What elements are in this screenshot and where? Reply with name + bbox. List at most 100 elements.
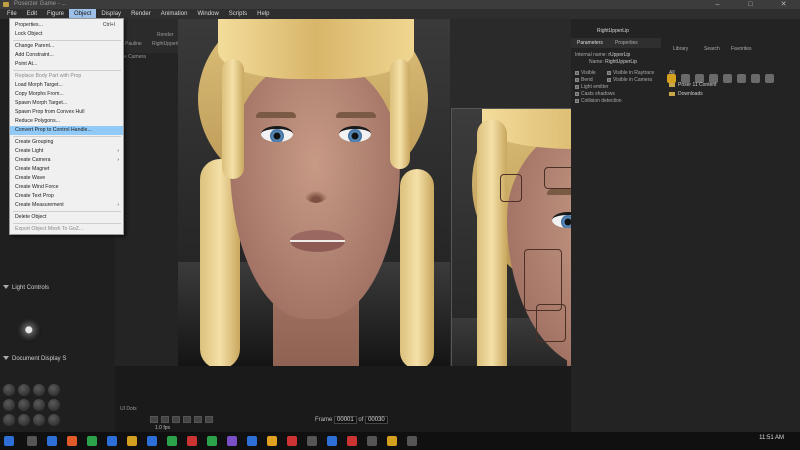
figure-selector[interactable]: Pauline [125, 41, 142, 47]
library-item-downloads[interactable]: Downloads [669, 91, 703, 97]
menu-item-delete-object[interactable]: Delete Object [10, 213, 123, 222]
taskbar-app-icon[interactable] [407, 436, 417, 446]
menu-item-copy-morphs-from[interactable]: Copy Morphs From... [10, 90, 123, 99]
name-field[interactable]: RightUpperLip [605, 59, 637, 65]
render-tab[interactable]: Render [157, 32, 173, 38]
taskbar-app-icon[interactable] [367, 436, 377, 446]
display-style-button[interactable] [48, 399, 60, 411]
taskbar-app-icon[interactable] [287, 436, 297, 446]
taskbar-app-icon[interactable] [347, 436, 357, 446]
menu-item-point-at[interactable]: Point At... [10, 60, 123, 69]
taskbar-app-icon[interactable] [107, 436, 117, 446]
tab-favorites[interactable]: Favorites [731, 46, 752, 52]
checkbox-casts-shadows[interactable]: Casts shadows [575, 91, 615, 97]
display-style-button[interactable] [3, 384, 15, 396]
tab-search[interactable]: Search [704, 46, 720, 52]
display-style-button[interactable] [48, 414, 60, 426]
checkbox-visible-raytrace[interactable]: Visible in Raytrace [607, 70, 654, 76]
display-style-button[interactable] [3, 399, 15, 411]
menu-item-create-magnet[interactable]: Create Magnet [10, 165, 123, 174]
taskbar-app-icon[interactable] [127, 436, 137, 446]
magnet-zone[interactable] [536, 304, 566, 342]
menu-render[interactable]: Render [126, 9, 156, 19]
checkbox-bend[interactable]: Bend [575, 77, 593, 83]
minimize-button[interactable]: – [701, 0, 734, 9]
taskbar-app-icon[interactable] [167, 436, 177, 446]
play-back-button[interactable] [150, 416, 158, 423]
taskbar-app-icon[interactable] [267, 436, 277, 446]
step-back-button[interactable] [161, 416, 169, 423]
play-button[interactable] [183, 416, 191, 423]
taskbar-app-icon[interactable] [227, 436, 237, 446]
tab-library[interactable]: Library [673, 46, 688, 52]
magnet-zone-left-cheek[interactable] [524, 249, 562, 311]
taskbar-clock[interactable]: 11:51 AM [759, 435, 784, 441]
props-library-icon[interactable] [737, 74, 746, 83]
menu-item-add-constraint[interactable]: Add Constraint... [10, 51, 123, 60]
display-style-button[interactable] [18, 399, 30, 411]
taskbar-app-icon[interactable] [27, 436, 37, 446]
tab-parameters[interactable]: Parameters [577, 40, 603, 46]
menu-item-create-camera[interactable]: Create Camera › [10, 156, 123, 165]
close-button[interactable]: ✕ [767, 0, 800, 9]
document-display-header[interactable]: Document Display S [3, 356, 66, 362]
menu-item-load-morph-target[interactable]: Load Morph Target... [10, 81, 123, 90]
library-item-poser-content[interactable]: Poser 11 Content [669, 82, 717, 88]
library-all[interactable]: All [669, 70, 675, 76]
step-forward-button[interactable] [194, 416, 202, 423]
menu-item-create-wind-force[interactable]: Create Wind Force [10, 183, 123, 192]
taskbar-app-icon[interactable] [187, 436, 197, 446]
checkbox-visible[interactable]: Visible [575, 70, 596, 76]
display-style-button[interactable] [48, 384, 60, 396]
hands-library-icon[interactable] [723, 74, 732, 83]
checkbox-collision[interactable]: Collision detection [575, 98, 622, 104]
light-controls-header[interactable]: Light Controls [3, 285, 49, 291]
menu-help[interactable]: Help [252, 9, 274, 19]
start-icon[interactable] [4, 436, 14, 446]
display-style-button[interactable] [3, 414, 15, 426]
display-style-button[interactable] [18, 384, 30, 396]
taskbar-app-icon[interactable] [247, 436, 257, 446]
lights-library-icon[interactable] [751, 74, 760, 83]
menu-item-convert-prop-to-control-handle[interactable]: Convert Prop to Control Handle... [10, 126, 123, 135]
total-frames-field[interactable]: 00030 [365, 416, 388, 424]
menu-item-properties[interactable]: Properties... Ctrl+I [10, 21, 123, 30]
cameras-library-icon[interactable] [765, 74, 774, 83]
end-button[interactable] [205, 416, 213, 423]
frame-field[interactable]: 00001 [334, 416, 357, 424]
light-dial[interactable] [18, 319, 42, 343]
display-style-button[interactable] [33, 414, 45, 426]
taskbar-app-icon[interactable] [307, 436, 317, 446]
magnet-zone[interactable] [500, 174, 522, 202]
checkbox-light-emitter[interactable]: Light emitter [575, 84, 609, 90]
menu-item-change-parent[interactable]: Change Parent... [10, 42, 123, 51]
taskbar-app-icon[interactable] [207, 436, 217, 446]
menu-item-reduce-polygons[interactable]: Reduce Polygons... [10, 117, 123, 126]
taskbar-app-icon[interactable] [67, 436, 77, 446]
checkbox-visible-camera[interactable]: Visible in Camera [607, 77, 652, 83]
tab-properties[interactable]: Properties [615, 40, 638, 46]
menu-item-create-wave[interactable]: Create Wave [10, 174, 123, 183]
magnet-zone[interactable] [544, 167, 574, 189]
menu-window[interactable]: Window [192, 9, 223, 19]
taskbar-app-icon[interactable] [327, 436, 337, 446]
menu-item-create-light[interactable]: Create Light › [10, 147, 123, 156]
menu-item-create-grouping[interactable]: Create Grouping [10, 138, 123, 147]
menu-item-spawn-prop-from-convex-hull[interactable]: Spawn Prop from Convex Hull [10, 108, 123, 117]
menu-item-create-text-prop[interactable]: Create Text Prop [10, 192, 123, 201]
taskbar-app-icon[interactable] [87, 436, 97, 446]
taskbar-app-icon[interactable] [147, 436, 157, 446]
menu-scripts[interactable]: Scripts [224, 9, 252, 19]
display-style-button[interactable] [33, 399, 45, 411]
stop-button[interactable] [172, 416, 180, 423]
main-viewport[interactable] [178, 19, 450, 366]
display-style-button[interactable] [33, 384, 45, 396]
taskbar-app-icon[interactable] [387, 436, 397, 446]
menu-item-create-measurement[interactable]: Create Measurement › [10, 201, 123, 210]
maximize-button[interactable]: □ [734, 0, 767, 9]
taskbar-app-icon[interactable] [47, 436, 57, 446]
menu-animation[interactable]: Animation [156, 9, 193, 19]
menu-item-lock-object[interactable]: Lock Object [10, 30, 123, 39]
menu-item-spawn-morph-target[interactable]: Spawn Morph Target... [10, 99, 123, 108]
display-style-button[interactable] [18, 414, 30, 426]
